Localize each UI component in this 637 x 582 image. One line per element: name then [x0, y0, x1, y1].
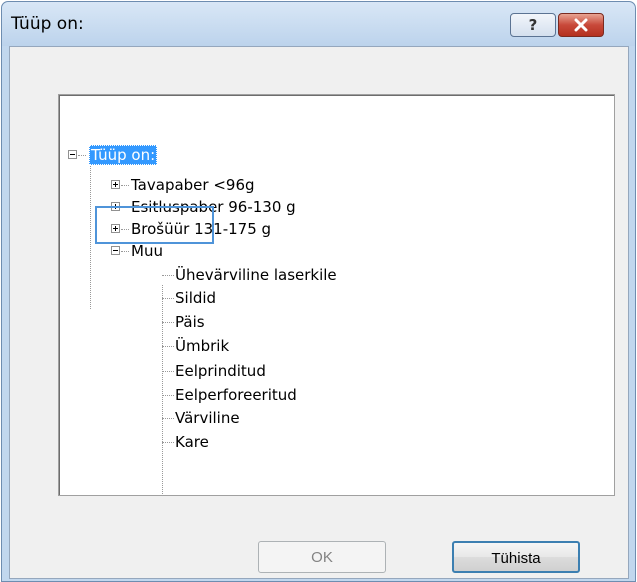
question-mark-icon: ? [528, 16, 538, 34]
tree-connector [121, 185, 129, 186]
tree-connector [78, 155, 86, 156]
tree-connector [90, 147, 91, 309]
tree-content: Tüüp on: Tavapaber <96g Esitluspaber 96-… [59, 95, 614, 495]
dialog-title: Tüüp on: [11, 14, 84, 34]
dialog-window: Tüüp on: ? Tüüp on: Tavapaber <96g Esitl… [1, 1, 636, 582]
tree-node-leaf[interactable]: Eelperforeeritud [173, 385, 299, 405]
tree-node-leaf[interactable]: Päis [173, 312, 207, 332]
tree-node-muu[interactable]: Muu [129, 241, 165, 261]
tree-node-leaf[interactable]: Sildid [173, 288, 218, 308]
close-icon [574, 18, 588, 32]
tree-node-leaf[interactable]: Ümbrik [173, 336, 231, 356]
ok-button[interactable]: OK [258, 541, 386, 573]
callout-highlight [95, 206, 214, 244]
title-bar[interactable]: Tüüp on: ? [2, 2, 635, 46]
tree-node-tavapaber[interactable]: Tavapaber <96g [129, 175, 257, 195]
dialog-body: Tüüp on: Tavapaber <96g Esitluspaber 96-… [9, 46, 629, 579]
help-button[interactable]: ? [510, 13, 556, 37]
tree-node-leaf[interactable]: Kare [173, 432, 211, 452]
type-tree-view[interactable]: Tüüp on: Tavapaber <96g Esitluspaber 96-… [58, 94, 615, 496]
tree-node-leaf[interactable]: Värviline [173, 408, 242, 428]
cancel-button[interactable]: Tühista [452, 541, 580, 573]
tree-node-leaf[interactable]: Ühevärviline laserkile [173, 265, 339, 285]
expand-icon[interactable] [111, 180, 120, 189]
collapse-icon[interactable] [111, 246, 120, 255]
close-button[interactable] [558, 13, 604, 37]
tree-node-leaf[interactable]: Eelprinditud [173, 361, 268, 381]
tree-root-node[interactable]: Tüüp on: [89, 145, 158, 165]
tree-connector [121, 251, 129, 252]
collapse-icon[interactable] [68, 150, 77, 159]
tree-connector [162, 285, 163, 495]
